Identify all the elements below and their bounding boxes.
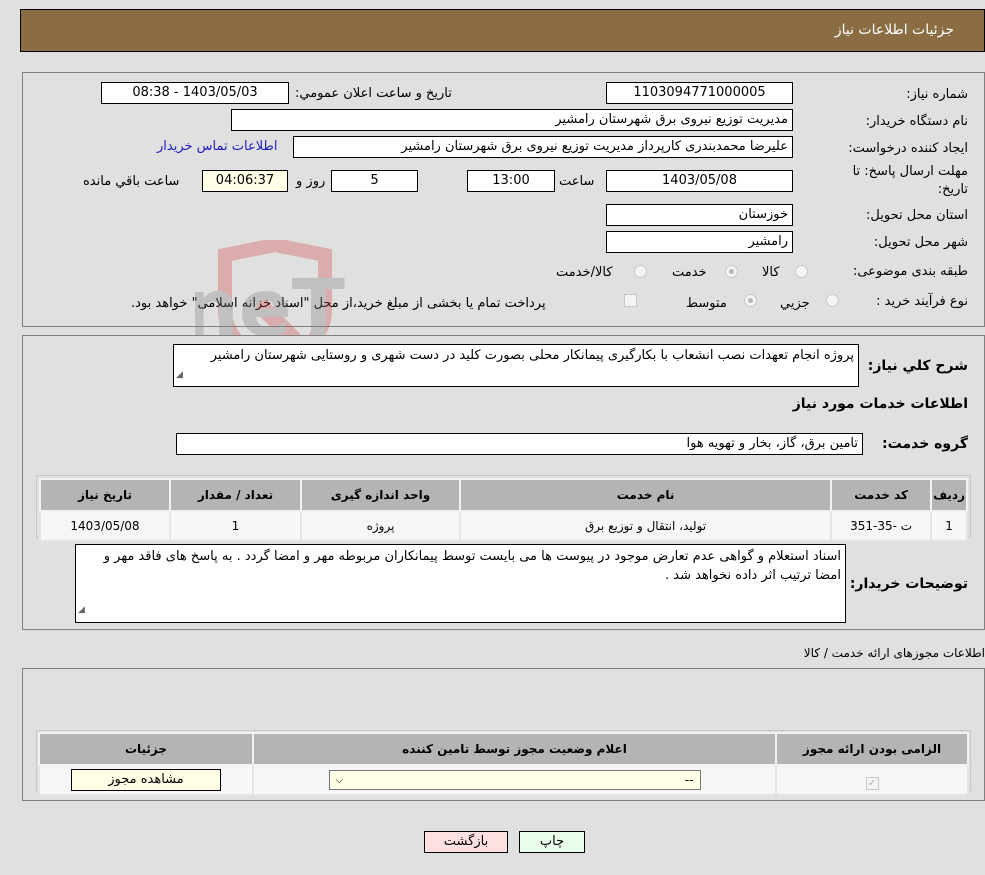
category-radio-service[interactable]: [725, 265, 738, 278]
col-code: کد خدمت: [830, 478, 933, 512]
cell-name: تولید، انتقال و توزیع برق: [458, 510, 833, 542]
deadline-date-field: 1403/05/08: [606, 170, 793, 192]
process-radio-minor[interactable]: [826, 294, 839, 307]
treasury-note: پرداخت تمام یا بخشی از مبلغ خرید،از محل …: [131, 296, 546, 311]
cell-date: 1403/05/08: [39, 510, 171, 542]
permits-heading: اطلاعات مجوزهای ارائه خدمت / کالا: [803, 646, 985, 660]
col-required: الزامی بودن ارائه مجوز: [775, 732, 969, 766]
days-field: 5: [331, 170, 418, 192]
col-row: ردیف: [930, 478, 968, 512]
back-button[interactable]: بازگشت: [424, 831, 508, 853]
description-text: پروژه انجام تعهدات نصب انشعاب با بکارگیر…: [210, 348, 854, 363]
description-textarea[interactable]: پروژه انجام تعهدات نصب انشعاب با بکارگیر…: [173, 344, 859, 387]
buyer-org-field: مدیریت توزیع نیروی برق شهرستان رامشیر: [231, 109, 793, 131]
category-radio-goods[interactable]: [795, 265, 808, 278]
cell-qty: 1: [169, 510, 302, 542]
category-option-goods-service: کالا/خدمت: [556, 265, 613, 280]
need-number-field: 1103094771000005: [606, 82, 793, 104]
deadline-label-2: تاریخ:: [937, 182, 968, 197]
category-radio-goods-service[interactable]: [634, 265, 647, 278]
creator-label: ایجاد کننده درخواست:: [848, 141, 968, 156]
process-radio-medium[interactable]: [744, 294, 757, 307]
category-option-service: خدمت: [672, 265, 707, 280]
resize-grip-icon[interactable]: ◢: [176, 366, 183, 384]
cell-row: 1: [930, 510, 968, 542]
announce-field: 1403/05/03 - 08:38: [101, 82, 289, 104]
col-date: تاریخ نیاز: [39, 478, 171, 512]
buyer-contact-link[interactable]: اطلاعات تماس خریدار: [157, 139, 277, 154]
buyer-notes-textarea[interactable]: اسناد استعلام و گواهی عدم تعارض موجود در…: [75, 544, 846, 623]
col-qty: تعداد / مقدار: [169, 478, 302, 512]
permits-table-wrap: الزامی بودن ارائه مجوز اعلام وضعیت مجوز …: [36, 730, 971, 796]
cell-code: ت -35-351: [830, 510, 933, 542]
resize-grip-icon[interactable]: ◢: [78, 601, 85, 620]
buyer-notes-label: توضیحات خریدار:: [849, 576, 968, 592]
col-details: جزئیات: [38, 732, 254, 766]
creator-field: علیرضا محمدبندری کارپرداز مدیریت توزیع ن…: [293, 136, 793, 158]
permits-table: الزامی بودن ارائه مجوز اعلام وضعیت مجوز …: [38, 732, 969, 796]
service-group-label: گروه خدمت:: [882, 436, 968, 452]
view-permit-button[interactable]: مشاهده مجوز: [71, 769, 221, 791]
table-row: 1 ت -35-351 تولید، انتقال و توزیع برق پر…: [39, 510, 968, 542]
page-header: جزئیات اطلاعات نیاز: [20, 9, 985, 52]
category-option-goods: کالا: [762, 265, 780, 280]
table-row: ✓ -- ⌵ مشاهده مجوز: [38, 764, 969, 796]
days-label: روز و: [296, 174, 326, 189]
deadline-label: مهلت ارسال پاسخ: تا: [852, 164, 968, 179]
permit-status-value: --: [684, 773, 694, 787]
permit-status-select[interactable]: -- ⌵: [328, 770, 701, 790]
service-group-field: تامین برق، گاز، بخار و تهویه هوا: [176, 433, 863, 455]
col-unit: واحد اندازه گیری: [300, 478, 461, 512]
need-number-label: شماره نیاز:: [906, 87, 968, 102]
treasury-checkbox[interactable]: [624, 294, 637, 307]
city-field: رامشیر: [606, 231, 793, 253]
province-label: استان محل تحویل:: [866, 208, 968, 223]
services-heading: اطلاعات خدمات مورد نیاز: [792, 396, 968, 412]
chevron-down-icon: ⌵: [335, 774, 344, 786]
province-field: خوزستان: [606, 204, 793, 226]
print-button[interactable]: چاپ: [519, 831, 585, 853]
remaining-time-field: 04:06:37: [202, 170, 288, 192]
category-label: طبقه بندی موضوعی:: [852, 264, 968, 279]
col-status: اعلام وضعیت مجوز توسط تامین کننده: [252, 732, 777, 766]
description-label: شرح کلي نیاز:: [867, 358, 968, 374]
cell-unit: پروژه: [300, 510, 461, 542]
remaining-label: ساعت باقي مانده: [83, 174, 180, 189]
col-name: نام خدمت: [458, 478, 833, 512]
services-table: ردیف کد خدمت نام خدمت واحد اندازه گیری ت…: [39, 478, 968, 542]
deadline-time-label: ساعت: [559, 174, 595, 189]
buyer-org-label: نام دستگاه خریدار:: [865, 114, 968, 129]
announce-label: تاریخ و ساعت اعلان عمومي:: [295, 86, 452, 101]
buyer-notes-text: اسناد استعلام و گواهی عدم تعارض موجود در…: [103, 549, 841, 583]
process-option-minor: جزيي: [780, 296, 810, 311]
process-option-medium: متوسط: [686, 296, 727, 311]
process-label: نوع فرآیند خرید :: [876, 294, 968, 309]
page-title: جزئیات اطلاعات نیاز: [834, 22, 954, 38]
deadline-time-field: 13:00: [467, 170, 555, 192]
services-table-wrap: ردیف کد خدمت نام خدمت واحد اندازه گیری ت…: [36, 475, 971, 542]
permit-required-checkbox[interactable]: ✓: [865, 776, 879, 790]
city-label: شهر محل تحویل:: [873, 235, 968, 250]
